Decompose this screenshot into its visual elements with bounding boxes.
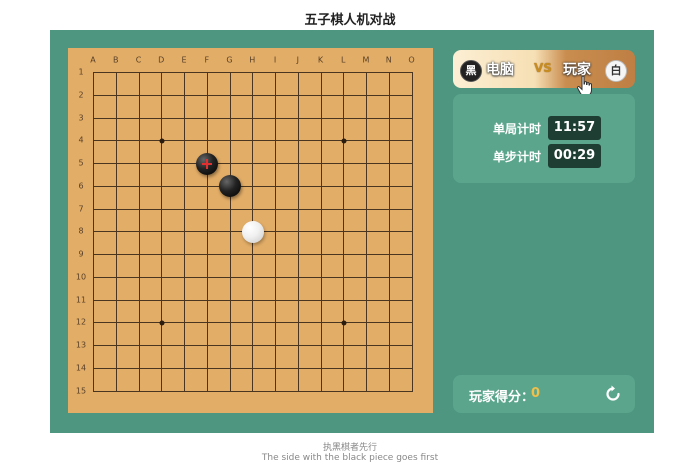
column-label: H [249,55,256,65]
score-value: 0 [531,386,541,401]
score-box: 玩家得分： 0 [453,375,635,413]
star-point [159,320,165,326]
row-label: 9 [78,249,84,259]
grid-line-horizontal [93,185,413,187]
last-move-marker-icon [202,158,213,169]
row-label: 11 [75,295,87,304]
column-label: L [341,55,346,65]
row-label: 14 [75,363,87,373]
computer-name: 电脑 [486,62,514,78]
restart-icon[interactable] [603,384,623,404]
grid-line-horizontal [93,345,413,346]
page-title: 五子棋人机对战 [304,13,396,28]
timer-box: 单局计时 11:57 单步计时 00:29 [453,94,635,183]
column-label: B [113,55,119,65]
step-timer-label: 单步计时 [492,150,541,164]
column-label: I [273,55,277,65]
column-label: G [226,55,233,65]
row-label: 4 [78,135,84,145]
caption-chinese: 执黑棋者先行 [322,443,377,453]
grid-line-horizontal [93,140,413,142]
star-point [159,138,165,144]
game-panel: A B C D E F G H I J K L M N O 1 2 3 4 5 6 7 8 9 10 11 12 13 14 15 黑 电… [50,30,654,433]
grid-line-horizontal [93,276,413,278]
vs-label: VS [534,61,552,75]
row-label: 12 [75,317,87,327]
grid-line-horizontal [93,117,413,119]
white-stone [241,220,264,243]
white-badge: 白 [605,60,627,82]
grid-line-horizontal [93,367,413,369]
go-board[interactable]: A B C D E F G H I J K L M N O 1 2 3 4 5 6 7 8 9 10 11 12 13 14 15 [68,48,433,413]
players-bar: 黑 电脑 VS 玩家 白 [453,50,635,97]
column-label: C [135,55,142,65]
column-label: D [158,55,165,65]
black-stone [196,152,219,175]
column-label: N [385,55,392,65]
step-timer-value: 00:29 [548,144,601,168]
game-timer-label: 单局计时 [492,122,541,136]
game-timer-value: 11:57 [548,116,601,140]
row-label: 15 [75,386,87,395]
column-label: M [362,55,370,65]
column-label: E [181,55,187,65]
grid-line-horizontal [93,94,413,96]
grid-line-horizontal [93,390,413,392]
row-label: 2 [78,90,84,100]
column-label: O [408,55,415,65]
grid-line-horizontal [93,72,413,73]
black-stone [219,175,241,198]
row-label: 6 [78,181,84,191]
caption-english: The side with the black piece goes first [261,453,439,463]
row-label: 1 [78,67,84,77]
black-badge: 黑 [460,60,482,82]
grid-line-horizontal [93,322,413,324]
grid-line-horizontal [93,163,413,164]
row-label: 3 [78,113,84,122]
row-label: 5 [78,158,84,168]
column-label: A [90,55,96,65]
column-label: J [296,55,299,65]
column-label: F [204,55,210,65]
grid-line-horizontal [93,299,413,301]
row-label: 7 [78,204,84,213]
row-label: 8 [78,226,84,236]
star-point [341,138,347,144]
grid-line-horizontal [93,208,413,210]
grid-line-horizontal [93,254,413,255]
column-label: K [317,55,324,65]
score-label: 玩家得分： [469,390,535,405]
row-label: 13 [75,340,87,350]
star-point [341,320,347,326]
row-label: 10 [75,272,87,282]
